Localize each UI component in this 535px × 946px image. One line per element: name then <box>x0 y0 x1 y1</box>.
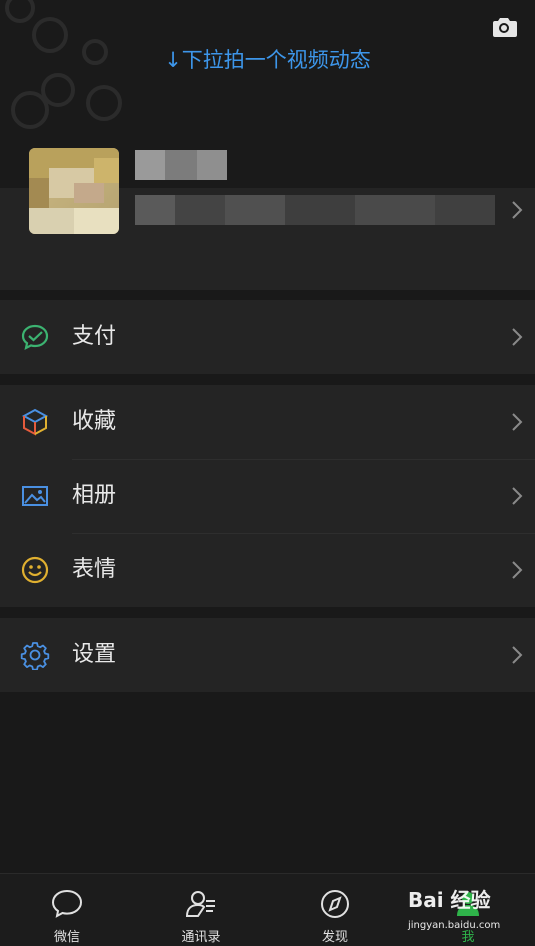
pull-down-hint: ↓下拉拍一个视频动态 <box>164 48 371 72</box>
tab-discover[interactable]: 发现 <box>268 874 402 946</box>
collections-section: 收藏 相册 表情 <box>0 385 535 607</box>
camera-icon[interactable] <box>490 16 518 38</box>
gear-icon <box>20 642 50 670</box>
menu-item-favorites[interactable]: 收藏 <box>0 385 535 459</box>
chevron-right-icon <box>512 487 523 505</box>
compass-icon <box>321 890 349 918</box>
pay-icon <box>21 324 49 351</box>
settings-label: 设置 <box>72 642 117 667</box>
tab-chats-label: 微信 <box>53 930 80 945</box>
tab-chats[interactable]: 微信 <box>0 874 134 946</box>
menu-item-album[interactable]: 相册 <box>0 459 535 533</box>
tab-contacts-label: 通讯录 <box>181 930 221 945</box>
contacts-icon <box>185 891 215 917</box>
pay-label: 支付 <box>72 324 117 349</box>
pay-section: 支付 <box>0 300 535 374</box>
chevron-right-icon <box>512 561 523 579</box>
wechat-id-blurred <box>135 195 495 225</box>
chevron-right-icon <box>512 413 523 431</box>
watermark-url: jingyan.baidu.com <box>408 920 501 931</box>
avatar[interactable] <box>29 148 119 234</box>
favorites-label: 收藏 <box>72 409 117 434</box>
chevron-right-icon <box>512 646 523 664</box>
nickname-blurred <box>135 150 227 180</box>
chevron-right-icon <box>512 328 523 346</box>
menu-item-settings[interactable]: 设置 <box>0 618 535 692</box>
stickers-label: 表情 <box>72 557 117 582</box>
album-label: 相册 <box>72 483 117 508</box>
chevron-right-icon <box>512 201 523 219</box>
baidu-jingyan-watermark: Bai 经验 <box>408 888 491 912</box>
album-image-icon <box>22 486 48 506</box>
tab-discover-label: 发现 <box>321 930 348 945</box>
chat-bubble-icon <box>51 889 83 918</box>
menu-item-stickers[interactable]: 表情 <box>0 533 535 607</box>
favorites-cube-icon <box>21 408 49 436</box>
menu-item-pay[interactable]: 支付 <box>0 300 535 374</box>
tab-contacts[interactable]: 通讯录 <box>134 874 268 946</box>
settings-section: 设置 <box>0 618 535 692</box>
smiley-face-icon <box>21 556 49 584</box>
